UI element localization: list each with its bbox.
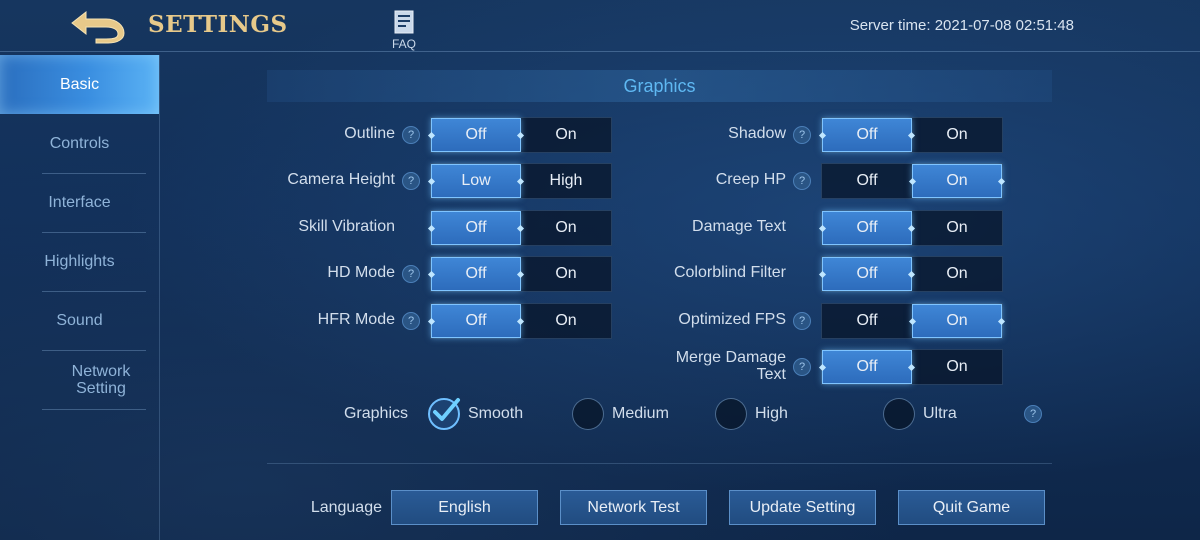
question-icon[interactable]: ? <box>402 126 420 144</box>
sidebar-item-highlights[interactable]: Highlights <box>0 232 159 291</box>
toggle-skill-vibration-off[interactable]: Off <box>431 211 522 245</box>
toggle-camera-height-high[interactable]: High <box>521 164 611 198</box>
question-icon[interactable]: ? <box>402 312 420 330</box>
question-icon[interactable]: ? <box>402 265 420 283</box>
toggle-hfr-mode: Off On <box>430 303 612 339</box>
toggle-optimized-fps-on[interactable]: On <box>911 304 1002 338</box>
toggle-shadow: Off On <box>821 117 1003 153</box>
toggle-hd-mode-on[interactable]: On <box>521 257 611 291</box>
sidebar-item-network-setting[interactable]: Network Setting <box>46 350 156 409</box>
setting-label-hfr-mode: HFR Mode <box>317 311 395 328</box>
radio-smooth[interactable] <box>428 398 460 430</box>
question-icon[interactable]: ? <box>793 126 811 144</box>
radio-label-medium: Medium <box>612 405 669 422</box>
sidebar-item-interface[interactable]: Interface <box>0 173 159 232</box>
radio-label-ultra: Ultra <box>923 405 957 422</box>
back-button[interactable] <box>66 6 128 44</box>
sidebar-item-sound[interactable]: Sound <box>0 291 159 350</box>
toggle-outline-off[interactable]: Off <box>431 118 522 152</box>
setting-label-optimized-fps: Optimized FPS <box>678 311 786 328</box>
toggle-hd-mode: Off On <box>430 256 612 292</box>
radio-label-high: High <box>755 405 788 422</box>
toggle-creep-hp-off[interactable]: Off <box>822 164 912 198</box>
toggle-hfr-mode-off[interactable]: Off <box>431 304 522 338</box>
toggle-outline: Off On <box>430 117 612 153</box>
toggle-damage-text: Off On <box>821 210 1003 246</box>
setting-label-merge-damage-text: Merge Damage Text <box>675 349 786 383</box>
setting-label-camera-height: Camera Height <box>287 171 395 188</box>
question-icon[interactable]: ? <box>402 172 420 190</box>
toggle-merge-damage-text-on[interactable]: On <box>912 350 1002 384</box>
quit-game-button[interactable]: Quit Game <box>898 490 1045 525</box>
toggle-hfr-mode-on[interactable]: On <box>521 304 611 338</box>
toggle-outline-on[interactable]: On <box>521 118 611 152</box>
toggle-optimized-fps: Off On <box>821 303 1003 339</box>
toggle-camera-height: Low High <box>430 163 612 199</box>
document-icon <box>394 10 414 34</box>
sidebar-divider <box>42 409 146 410</box>
setting-label-damage-text: Damage Text <box>692 218 786 235</box>
sidebar: Basic Controls Interface Highlights Soun… <box>0 55 160 540</box>
graphics-quality-label: Graphics <box>343 405 408 422</box>
setting-label-colorblind-filter: Colorblind Filter <box>673 264 786 281</box>
update-setting-button[interactable]: Update Setting <box>729 490 876 525</box>
network-test-button[interactable]: Network Test <box>560 490 707 525</box>
back-arrow-icon <box>71 10 125 44</box>
toggle-merge-damage-text-off[interactable]: Off <box>822 350 913 384</box>
server-time: Server time: 2021-07-08 02:51:48 <box>849 17 1074 34</box>
header-bar: SETTINGS FAQ Server time: 2021-07-08 02:… <box>0 0 1200 52</box>
sidebar-item-controls[interactable]: Controls <box>0 114 159 173</box>
toggle-skill-vibration: Off On <box>430 210 612 246</box>
radio-medium[interactable] <box>572 398 604 430</box>
toggle-damage-text-off[interactable]: Off <box>822 211 913 245</box>
toggle-colorblind-filter-on[interactable]: On <box>912 257 1002 291</box>
language-label: Language <box>310 499 382 516</box>
toggle-optimized-fps-off[interactable]: Off <box>822 304 912 338</box>
section-divider <box>267 463 1052 464</box>
checkmark-icon <box>433 398 460 421</box>
toggle-merge-damage-text: Off On <box>821 349 1003 385</box>
toggle-damage-text-on[interactable]: On <box>912 211 1002 245</box>
setting-label-shadow: Shadow <box>728 125 786 142</box>
sidebar-item-basic[interactable]: Basic <box>0 55 159 114</box>
toggle-colorblind-filter-off[interactable]: Off <box>822 257 913 291</box>
toggle-creep-hp: Off On <box>821 163 1003 199</box>
section-title: Graphics <box>267 70 1052 102</box>
radio-ultra[interactable] <box>883 398 915 430</box>
toggle-hd-mode-off[interactable]: Off <box>431 257 522 291</box>
toggle-shadow-off[interactable]: Off <box>822 118 913 152</box>
faq-label: FAQ <box>391 37 416 51</box>
setting-label-hd-mode: HD Mode <box>327 264 395 281</box>
faq-button[interactable]: FAQ <box>386 10 422 51</box>
question-icon[interactable]: ? <box>1024 405 1042 423</box>
setting-label-creep-hp: Creep HP <box>715 171 786 188</box>
setting-label-skill-vibration: Skill Vibration <box>298 218 395 235</box>
toggle-creep-hp-on[interactable]: On <box>911 164 1002 198</box>
page-title: SETTINGS <box>148 11 288 38</box>
toggle-colorblind-filter: Off On <box>821 256 1003 292</box>
toggle-skill-vibration-on[interactable]: On <box>521 211 611 245</box>
question-icon[interactable]: ? <box>793 358 811 376</box>
radio-high[interactable] <box>715 398 747 430</box>
radio-label-smooth: Smooth <box>468 405 524 422</box>
language-button[interactable]: English <box>391 490 538 525</box>
toggle-shadow-on[interactable]: On <box>912 118 1002 152</box>
toggle-camera-height-low[interactable]: Low <box>431 164 522 198</box>
setting-label-outline: Outline <box>344 125 395 142</box>
question-icon[interactable]: ? <box>793 172 811 190</box>
question-icon[interactable]: ? <box>793 312 811 330</box>
